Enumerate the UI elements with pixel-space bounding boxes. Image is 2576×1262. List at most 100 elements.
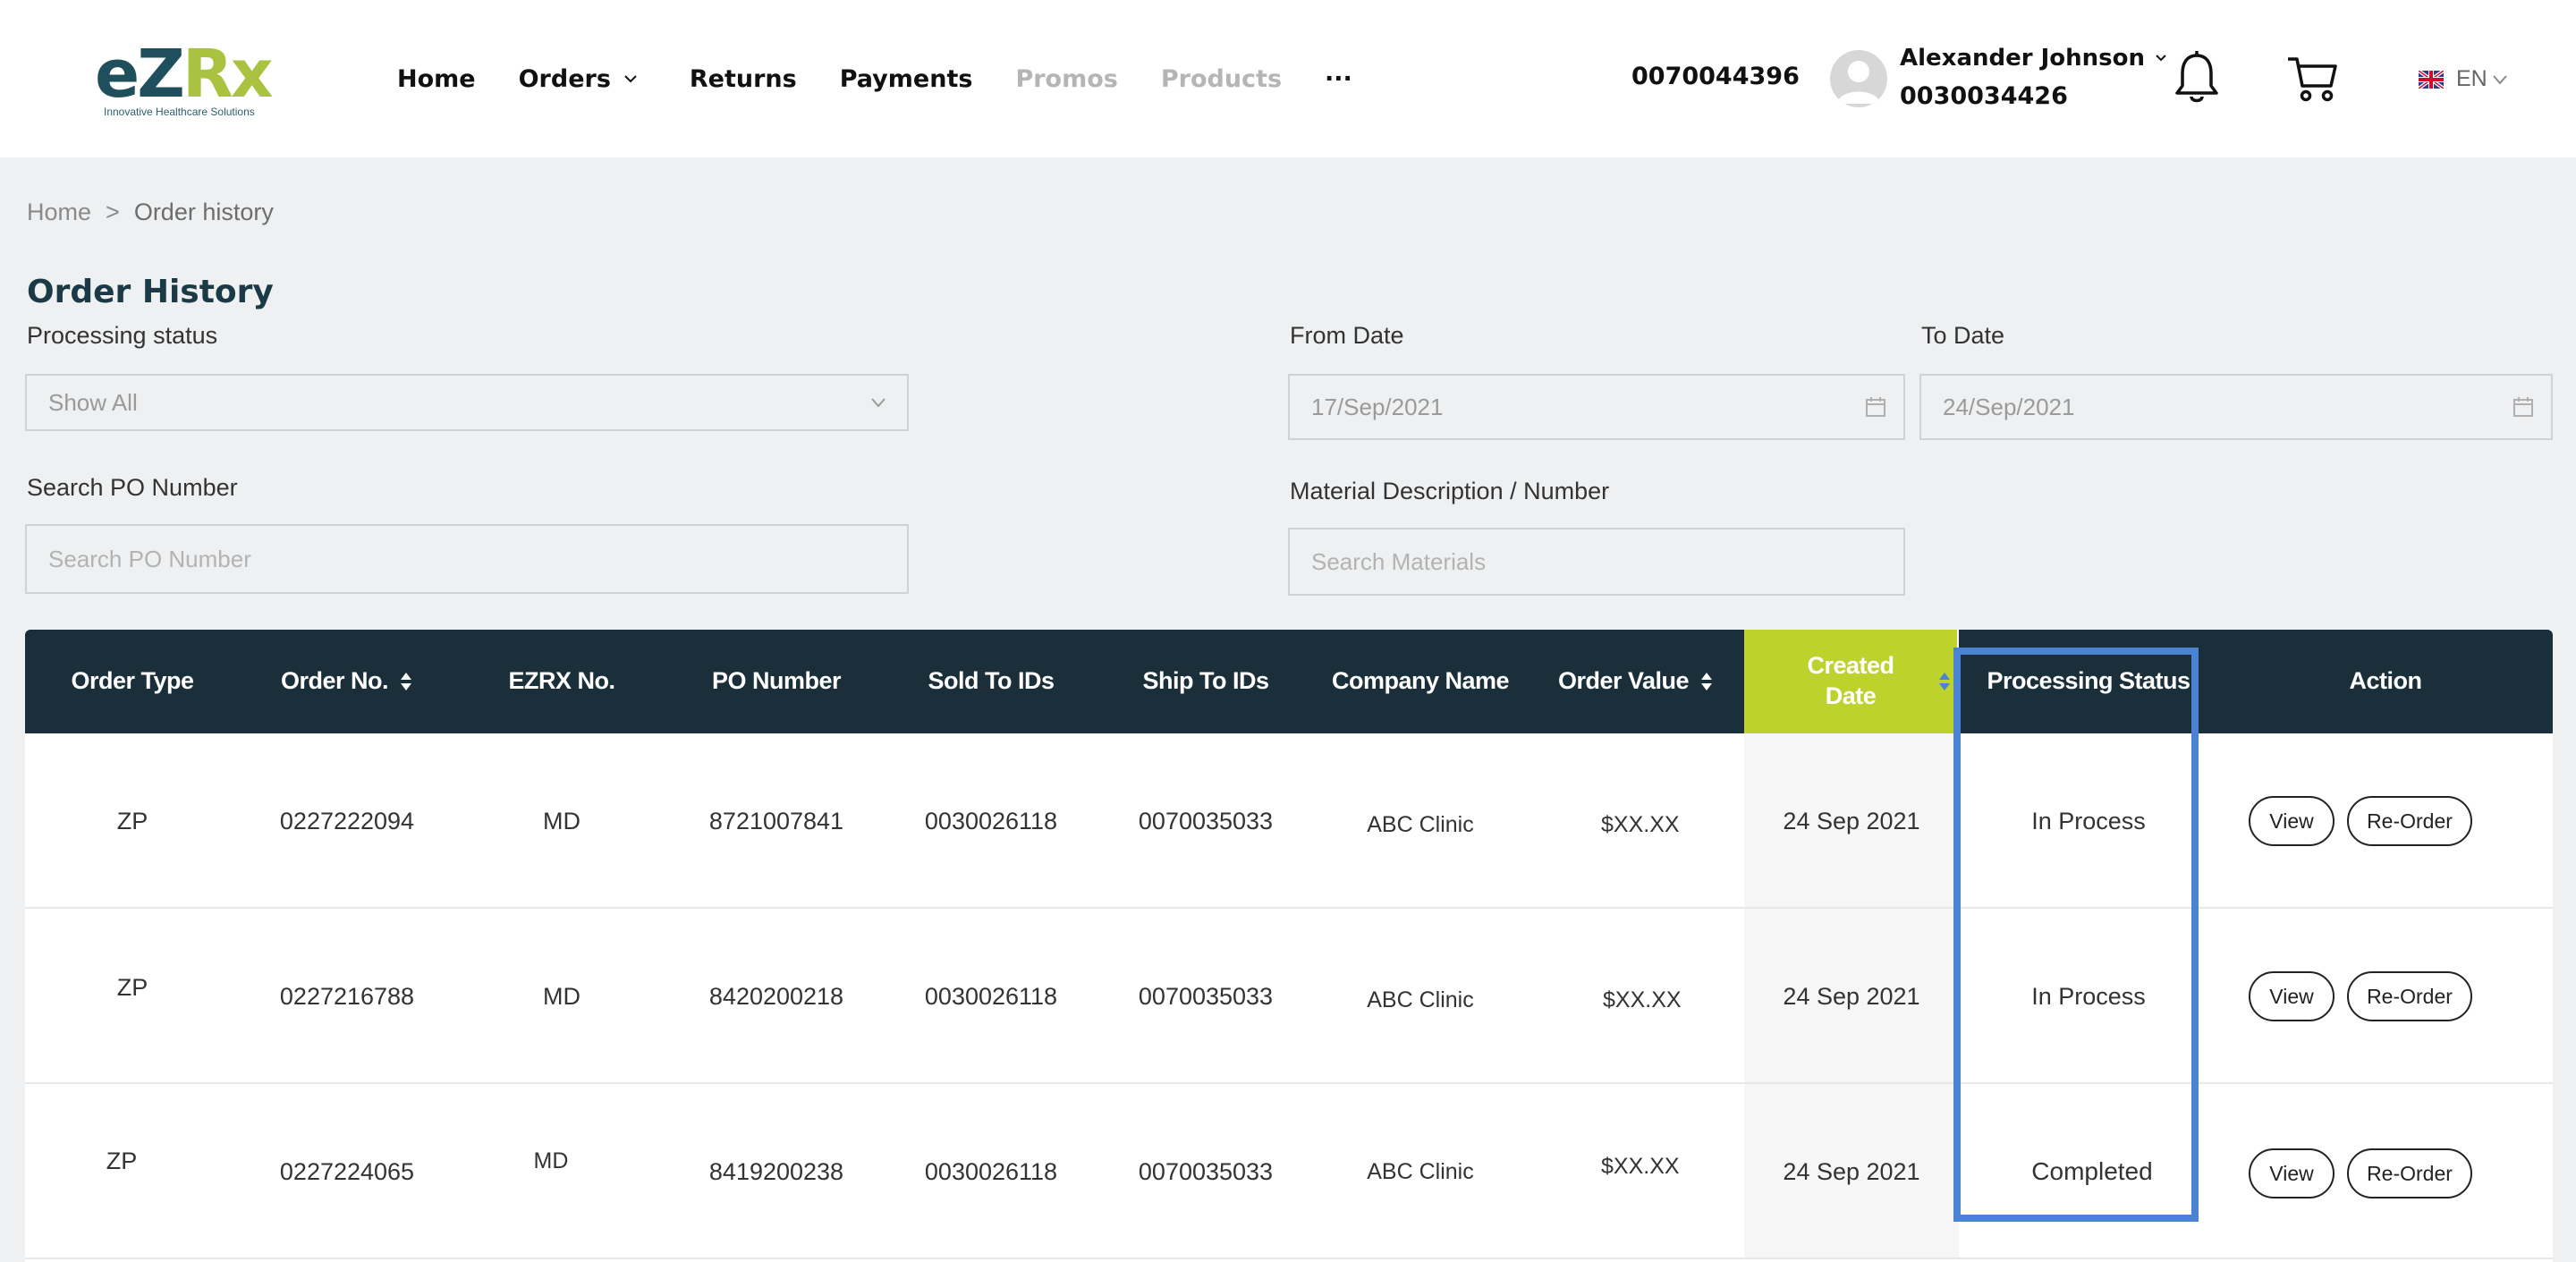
breadcrumb-home[interactable]: Home xyxy=(27,199,91,226)
cell-company: ABC Clinic xyxy=(1367,1158,1474,1184)
to-date-picker[interactable]: 24/Sep/2021 xyxy=(1919,374,2553,440)
table-row: ZP 0227222094 MD 8721007841 0030026118 0… xyxy=(25,733,2553,909)
sold-to-account-number: 0030034426 xyxy=(1900,82,2068,110)
chevron-down-icon xyxy=(2492,74,2507,85)
uk-flag-icon xyxy=(2419,70,2444,89)
po-search-input[interactable]: Search PO Number xyxy=(25,524,909,594)
chevron-down-icon xyxy=(871,398,886,408)
col-action: Action xyxy=(2349,667,2423,695)
user-menu-toggle[interactable]: Alexander Johnson xyxy=(1900,45,2168,72)
nav-returns-label: Returns xyxy=(689,64,797,93)
po-search-placeholder: Search PO Number xyxy=(48,545,251,572)
page-title: Order History xyxy=(27,274,274,310)
user-avatar[interactable] xyxy=(1830,50,1887,107)
bell-icon[interactable] xyxy=(2174,50,2220,106)
cell-order-no: 0227222094 xyxy=(279,807,415,834)
language-selector[interactable]: EN xyxy=(2419,66,2509,92)
main-nav: Home Orders Returns Payments Promos Prod… xyxy=(397,63,1395,95)
breadcrumb: Home > Order history xyxy=(27,199,274,226)
cell-created-date: 24 Sep 2021 xyxy=(1783,1157,1920,1185)
col-created-date[interactable]: Created Date xyxy=(1744,630,1959,733)
cell-ezrx-no: MD xyxy=(533,1148,569,1173)
view-button[interactable]: View xyxy=(2249,796,2334,846)
nav-payments[interactable]: Payments xyxy=(840,65,973,93)
to-date-value: 24/Sep/2021 xyxy=(1943,393,2075,420)
ship-to-account-number[interactable]: 0070044396 xyxy=(1631,63,1800,90)
cell-order-value: $XX.XX xyxy=(1603,987,1682,1012)
calendar-icon xyxy=(1866,397,1885,417)
reorder-button[interactable]: Re-Order xyxy=(2347,971,2472,1021)
from-date-picker[interactable]: 17/Sep/2021 xyxy=(1288,374,1905,440)
user-name: Alexander Johnson xyxy=(1900,45,2146,72)
col-created-date-label: Created Date xyxy=(1807,652,1894,709)
reorder-button[interactable]: Re-Order xyxy=(2347,796,2472,846)
processing-status-select[interactable]: Show All xyxy=(25,374,909,431)
nav-more-button[interactable]: ··· xyxy=(1325,65,1352,93)
cart-icon[interactable] xyxy=(2286,54,2338,104)
nav-promos-label: Promos xyxy=(1015,64,1118,93)
cell-po-number: 8721007841 xyxy=(708,807,844,834)
breadcrumb-separator: > xyxy=(106,199,120,225)
reorder-button[interactable]: Re-Order xyxy=(2347,1148,2472,1198)
logo-wordmark: eZRx xyxy=(95,36,274,113)
cell-sold-to: 0030026118 xyxy=(924,807,1058,834)
nav-payments-label: Payments xyxy=(839,64,973,93)
cell-sold-to: 0030026118 xyxy=(924,1157,1058,1185)
col-order-value[interactable]: Order Value xyxy=(1528,630,1744,733)
cell-processing-status: In Process xyxy=(2031,807,2146,834)
cell-order-type: ZP xyxy=(116,807,148,834)
processing-status-value: Show All xyxy=(48,388,138,416)
logo-tagline: Innovative Healthcare Solutions xyxy=(104,106,255,118)
nav-home[interactable]: Home xyxy=(397,65,476,93)
col-sold-to: Sold To IDs xyxy=(928,667,1055,695)
nav-orders-label: Orders xyxy=(518,64,611,93)
nav-promos[interactable]: Promos xyxy=(1015,65,1117,93)
cell-ezrx-no: MD xyxy=(543,807,580,834)
col-company: Company Name xyxy=(1331,667,1510,695)
ezrx-logo[interactable]: eZRx Innovative Healthcare Solutions xyxy=(95,41,283,122)
cell-po-number: 8419200238 xyxy=(708,1157,844,1185)
chevron-down-icon xyxy=(624,75,637,83)
po-search-label: Search PO Number xyxy=(27,474,238,501)
cell-order-no: 0227216788 xyxy=(279,982,415,1010)
material-search-placeholder: Search Materials xyxy=(1311,547,1487,575)
to-date-label: To Date xyxy=(1921,322,2005,349)
col-processing-status: Processing Status xyxy=(1987,667,2190,695)
from-date-value: 17/Sep/2021 xyxy=(1311,393,1444,420)
breadcrumb-current: Order history xyxy=(133,199,274,225)
language-code: EN xyxy=(2456,66,2487,91)
cell-ezrx-no: MD xyxy=(543,982,580,1010)
material-search-label: Material Description / Number xyxy=(1290,478,1610,504)
col-ezrx-no: EZRX No. xyxy=(508,667,615,695)
cell-order-no: 0227224065 xyxy=(279,1157,415,1185)
col-order-no[interactable]: Order No. xyxy=(240,630,454,733)
more-icon: ··· xyxy=(1325,64,1352,93)
cell-order-type: ZP xyxy=(116,973,148,1001)
nav-products-label: Products xyxy=(1160,64,1283,93)
cell-processing-status: Completed xyxy=(2031,1157,2153,1185)
table-row: ZP 0227216788 MD 8420200218 0030026118 0… xyxy=(25,909,2553,1084)
view-button[interactable]: View xyxy=(2249,971,2334,1021)
col-ship-to: Ship To IDs xyxy=(1142,667,1270,695)
nav-orders[interactable]: Orders xyxy=(519,65,638,93)
cell-ship-to: 0070035033 xyxy=(1138,982,1274,1010)
nav-products[interactable]: Products xyxy=(1161,65,1282,93)
table-row: ZP 0227224065 MD 8419200238 0030026118 0… xyxy=(25,1084,2553,1259)
nav-returns[interactable]: Returns xyxy=(690,65,797,93)
top-header: eZRx Innovative Healthcare Solutions Hom… xyxy=(0,0,2576,157)
cell-order-type: ZP xyxy=(106,1147,138,1174)
col-order-type: Order Type xyxy=(71,667,194,695)
cell-sold-to: 0030026118 xyxy=(924,982,1058,1010)
view-button[interactable]: View xyxy=(2249,1148,2334,1198)
user-avatar-icon xyxy=(1837,61,1880,104)
calendar-icon xyxy=(2513,397,2533,417)
table-header: Order Type Order No. EZRX No. PO Number … xyxy=(25,630,2553,733)
processing-status-label: Processing status xyxy=(27,322,218,349)
cell-po-number: 8420200218 xyxy=(708,982,844,1010)
from-date-label: From Date xyxy=(1290,322,1404,349)
sort-icon xyxy=(1939,673,1950,690)
material-search-input[interactable]: Search Materials xyxy=(1288,528,1905,596)
nav-home-label: Home xyxy=(397,64,476,93)
cell-company: ABC Clinic xyxy=(1367,987,1474,1012)
cell-company: ABC Clinic xyxy=(1367,811,1474,837)
